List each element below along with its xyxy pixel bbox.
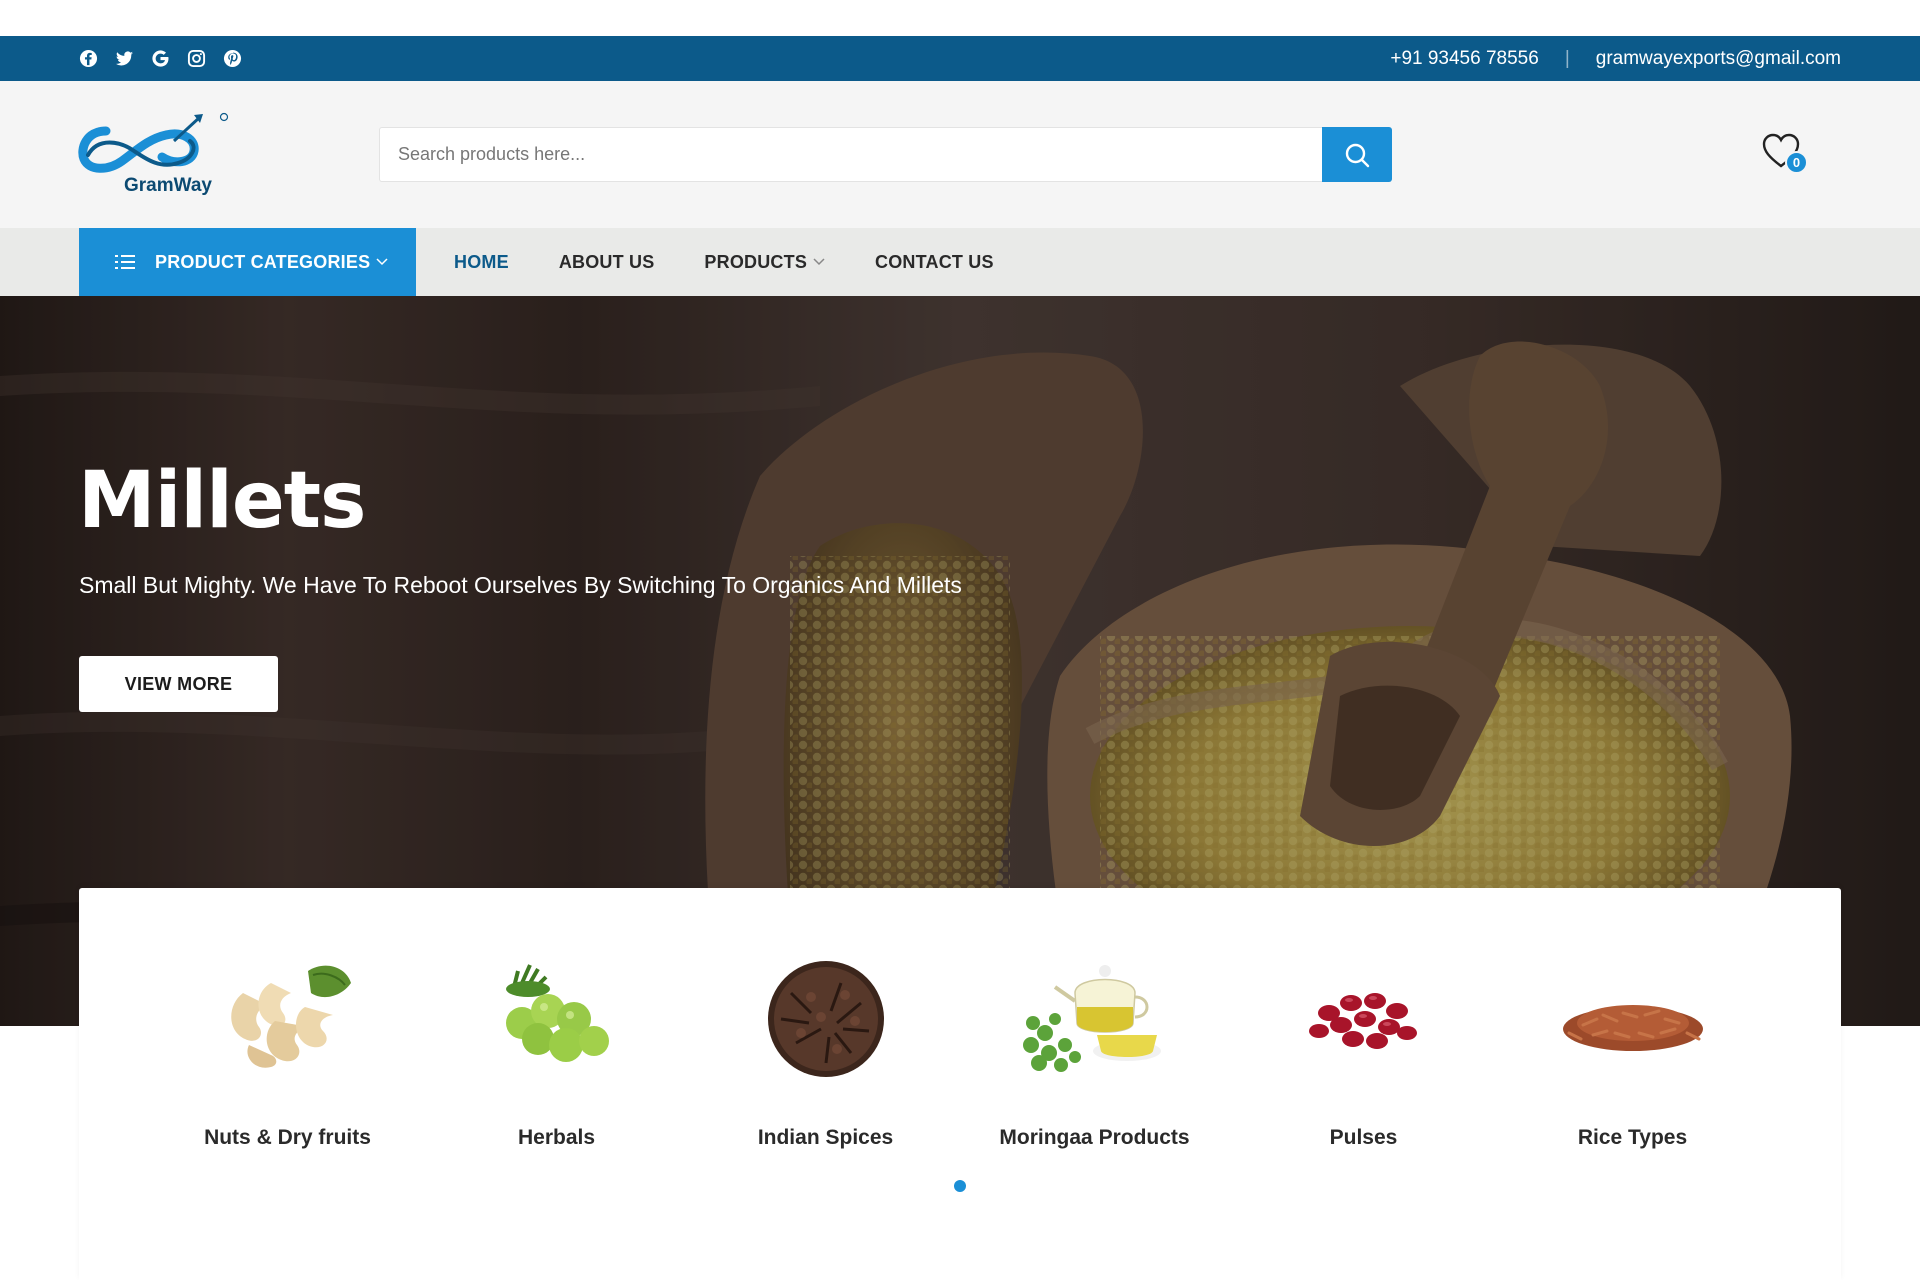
google-icon[interactable] [151,49,170,68]
nav-products[interactable]: PRODUCTS [704,252,825,273]
category-item-pulses[interactable]: Pulses [1229,888,1498,1150]
category-carousel: Nuts & Dry fruits Herbals Indian Spices … [79,888,1841,1280]
nav-products-label: PRODUCTS [704,251,808,272]
category-label: Rice Types [1577,1126,1688,1149]
page: +91 93456 78556 | gramwayexports@gmail.c… [0,0,1920,1280]
nav-about-us-label: ABOUT US [558,251,655,272]
email-address[interactable]: gramwayexports@gmail.com [1596,48,1841,70]
nav-contact-us[interactable]: CONTACT US [875,252,994,273]
top-bar: +91 93456 78556 | gramwayexports@gmail.c… [0,36,1920,81]
hero-title: Millets [78,456,366,546]
phone-number[interactable]: +91 93456 78556 [1390,48,1538,70]
moringa-tea-image [1015,948,1175,1088]
category-label: Herbals [517,1126,596,1149]
gramway-logo[interactable]: GramWay [78,111,230,196]
list-icon [115,255,135,269]
category-label: Moringaa Products [999,1126,1190,1149]
category-label: Pulses [1329,1126,1398,1149]
nav-home[interactable]: HOME [454,252,509,273]
header: GramWay 0 [0,81,1920,228]
category-item-nuts[interactable]: Nuts & Dry fruits [153,888,422,1150]
chevron-down-icon [376,258,388,266]
product-categories-button[interactable]: PRODUCT CATEGORIES [79,228,416,296]
cloves-image [746,948,906,1088]
search-icon [1345,143,1370,167]
category-item-spices[interactable]: Indian Spices [691,888,960,1150]
facebook-icon[interactable] [79,49,98,68]
search-bar [379,127,1392,182]
red-rice-image [1553,948,1713,1088]
nav-menu: HOME ABOUT US PRODUCTS CONTACT US [454,228,994,296]
carousel-dot[interactable] [954,1180,966,1192]
nav-contact-us-label: CONTACT US [875,251,994,272]
cashew-image [208,948,368,1088]
view-more-button[interactable]: VIEW MORE [79,656,278,712]
hero-subtitle: Small But Mighty. We Have To Reboot Ours… [79,572,962,598]
category-label: Nuts & Dry fruits [204,1126,371,1149]
contact-info: +91 93456 78556 | gramwayexports@gmail.c… [1390,48,1841,70]
contact-separator: | [1564,47,1570,69]
category-item-herbals[interactable]: Herbals [422,888,691,1150]
red-beans-image [1284,948,1444,1088]
chevron-down-icon [813,258,825,266]
nav-home-label: HOME [454,251,509,272]
logo-text: GramWay [124,175,212,195]
pinterest-icon[interactable] [223,49,242,68]
amla-image [477,948,637,1088]
category-item-moringa[interactable]: Moringaa Products [960,888,1229,1150]
search-button[interactable] [1322,127,1392,182]
social-links [79,49,242,68]
search-input[interactable] [379,127,1322,182]
wishlist-button[interactable]: 0 [1761,133,1813,177]
main-nav: PRODUCT CATEGORIES HOME ABOUT US PRODUCT… [0,228,1920,296]
twitter-icon[interactable] [115,49,134,68]
instagram-icon[interactable] [187,49,206,68]
category-label: Indian Spices [757,1126,894,1149]
product-categories-label: PRODUCT CATEGORIES [155,251,371,272]
wishlist-count-badge: 0 [1785,151,1808,174]
category-item-rice[interactable]: Rice Types [1498,888,1767,1150]
nav-about-us[interactable]: ABOUT US [559,252,655,273]
category-list: Nuts & Dry fruits Herbals Indian Spices … [79,888,1841,1150]
